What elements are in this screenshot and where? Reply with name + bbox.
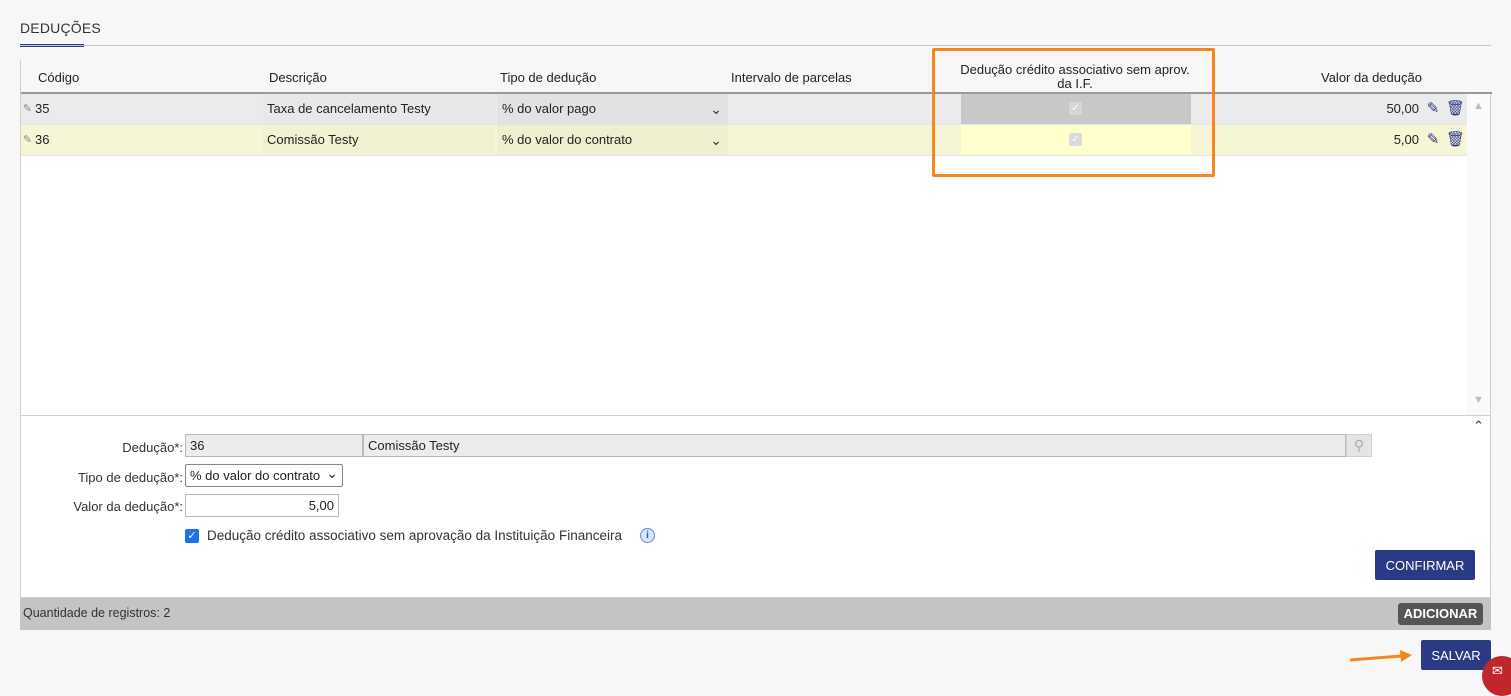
trash-icon[interactable]: 🗑: [1446, 131, 1465, 149]
grid-header: Código Descrição Tipo de dedução Interva…: [21, 60, 1492, 94]
cell-valor: 5,00: [1393, 132, 1419, 147]
cell-codigo: 36: [35, 132, 50, 147]
cell-tipo-value: % do valor pago: [502, 101, 596, 116]
scroll-down-icon[interactable]: ▼: [1473, 394, 1484, 406]
info-icon[interactable]: i: [640, 528, 655, 543]
tipo-label: Tipo de dedução*:: [77, 470, 183, 485]
col-header-intervalo[interactable]: Intervalo de parcelas: [731, 70, 852, 85]
edit-icon[interactable]: ✎: [1424, 100, 1442, 118]
cell-intervalo: [728, 94, 961, 124]
cell-tipo-select[interactable]: % do valor pago ⌄: [497, 94, 728, 124]
confirm-button[interactable]: CONFIRMAR: [1375, 550, 1475, 580]
deductions-grid: Código Descrição Tipo de dedução Interva…: [20, 60, 1492, 416]
scroll-up-icon[interactable]: ▲: [1473, 100, 1484, 112]
col-header-credito[interactable]: Dedução crédito associativo sem aprov. d…: [955, 63, 1195, 91]
valor-input[interactable]: 5,00: [185, 494, 339, 517]
vertical-scrollbar[interactable]: ▲ ▼: [1467, 94, 1490, 415]
col-header-descricao[interactable]: Descrição: [269, 70, 327, 85]
cell-credito: ✓: [961, 125, 1191, 155]
credito-checkbox: ✓: [1069, 102, 1082, 115]
credito-checkbox: ✓: [1069, 133, 1082, 146]
search-icon[interactable]: ⚲: [1346, 434, 1372, 457]
table-row[interactable]: ✎ 35 Taxa de cancelamento Testy % do val…: [21, 94, 1469, 125]
deducao-code-field[interactable]: 36: [185, 434, 363, 457]
chevron-down-icon: ⌄: [326, 465, 338, 481]
cell-codigo: 35: [35, 101, 50, 116]
table-row[interactable]: ✎ 36 Comissão Testy % do valor do contra…: [21, 125, 1469, 156]
pencil-icon: ✎: [22, 103, 33, 115]
valor-label: Valor da dedução*:: [73, 499, 183, 514]
save-button[interactable]: SALVAR: [1421, 640, 1491, 670]
deduction-form: ⌃ Dedução*: 36 Comissão Testy ⚲ Tipo de …: [20, 416, 1491, 598]
add-button[interactable]: ADICIONAR: [1398, 603, 1483, 625]
tipo-select[interactable]: % do valor do contrato ⌄: [185, 464, 343, 487]
cell-valor: 50,00: [1386, 101, 1419, 116]
edit-icon[interactable]: ✎: [1424, 131, 1442, 149]
col-header-tipo[interactable]: Tipo de dedução: [500, 70, 596, 85]
cell-tipo-value: % do valor do contrato: [502, 132, 633, 147]
trash-icon[interactable]: 🗑: [1446, 100, 1465, 118]
grid-footer: Quantidade de registros: 2 ADICIONAR: [20, 598, 1491, 630]
cell-tipo-select[interactable]: % do valor do contrato ⌄: [497, 125, 728, 155]
chat-icon[interactable]: ✉: [1482, 656, 1511, 696]
record-count: Quantidade de registros: 2: [23, 606, 171, 620]
credito-associativo-checkbox[interactable]: ✓: [185, 529, 199, 543]
credito-associativo-label: Dedução crédito associativo sem aprovaçã…: [207, 528, 622, 543]
deducao-desc-field[interactable]: Comissão Testy: [363, 434, 1346, 457]
cell-descricao: Comissão Testy: [263, 125, 495, 155]
cell-intervalo: [728, 125, 961, 155]
col-header-valor[interactable]: Valor da dedução: [1321, 70, 1422, 85]
annotation-arrow-shaft: [1350, 654, 1403, 662]
chevron-down-icon: ⌄: [710, 132, 722, 148]
tipo-select-value: % do valor do contrato: [190, 468, 321, 483]
collapse-icon[interactable]: ⌃: [1473, 418, 1484, 434]
deducao-label: Dedução*:: [122, 440, 183, 455]
annotation-arrow-head: [1400, 650, 1412, 662]
pencil-icon: ✎: [22, 134, 33, 146]
title-rule: [20, 45, 1491, 46]
cell-credito: ✓: [961, 94, 1191, 124]
section-title: DEDUÇÕES: [20, 20, 101, 36]
col-header-codigo[interactable]: Código: [38, 70, 79, 85]
annotation-arrow: [1350, 650, 1412, 662]
chevron-down-icon: ⌄: [710, 101, 722, 117]
cell-descricao: Taxa de cancelamento Testy: [263, 94, 495, 124]
